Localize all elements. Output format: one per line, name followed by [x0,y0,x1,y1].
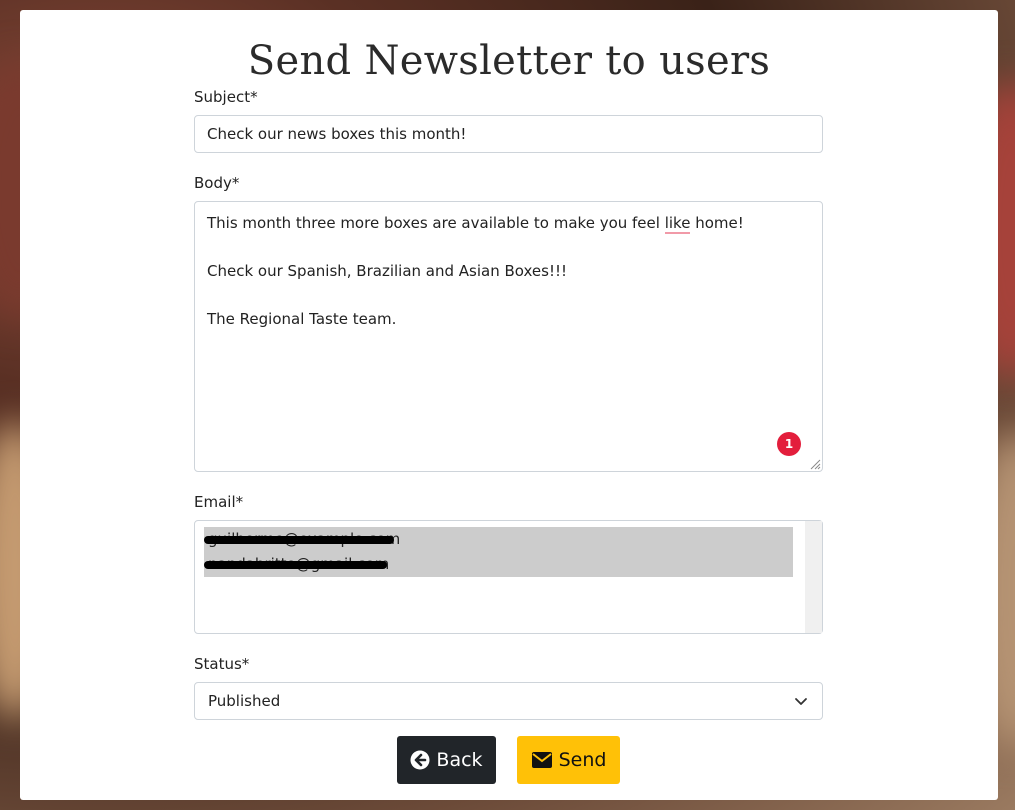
email-label: Email* [194,493,244,511]
arrow-circle-left-icon [410,750,430,770]
redaction-bar [204,561,387,569]
body-line-1-text: This month three more boxes are availabl… [207,214,665,232]
body-textarea[interactable]: This month three more boxes are availabl… [194,201,823,472]
subject-label: Subject* [194,88,258,106]
page-title: Send Newsletter to users [247,38,771,84]
body-line-5: The Regional Taste team. [207,310,397,328]
spelling-flagged-word[interactable]: like [664,214,691,234]
chevron-down-icon [795,698,807,705]
resize-handle-icon[interactable] [808,457,821,470]
body-line-1: This month three more boxes are availabl… [207,212,810,236]
status-selected-value: Published [208,692,281,710]
redaction-bar [204,536,394,544]
body-line-3: Check our Spanish, Brazilian and Asian B… [207,262,567,280]
email-list-scrollbar[interactable] [805,521,822,633]
envelope-icon [531,752,552,768]
body-line-2 [207,236,810,260]
email-option-2[interactable]: nandabritto@gmail.com [204,552,793,577]
status-select[interactable]: Published [194,682,823,720]
status-label: Status* [194,655,250,673]
body-line-1-text-end: home! [690,214,744,232]
subject-input[interactable]: Check our news boxes this month! [194,115,823,153]
back-button[interactable]: Back [397,736,496,784]
grammar-check-badge[interactable]: 1 [777,432,801,456]
body-line-4 [207,284,810,308]
email-option-1[interactable]: guilherme@example.com [204,527,793,552]
body-label: Body* [194,174,240,192]
send-button-label: Send [558,749,607,771]
newsletter-card: Send Newsletter to users Subject* Check … [20,10,998,800]
back-button-label: Back [436,749,483,771]
email-multiselect[interactable]: guilherme@example.com nandabritto@gmail.… [194,520,823,634]
send-button[interactable]: Send [517,736,620,784]
